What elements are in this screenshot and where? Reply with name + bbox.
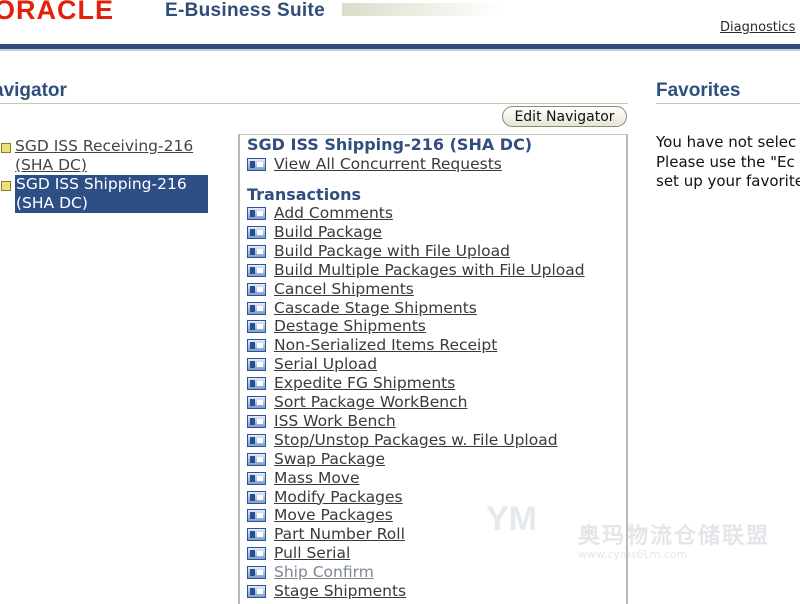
function-icon [247, 452, 266, 466]
responsibility-item-selected[interactable]: SGD ISS Shipping-216 (SHA DC) [0, 175, 240, 213]
responsibility-label-selected[interactable]: SGD ISS Shipping-216 (SHA DC) [15, 175, 208, 213]
function-icon [247, 263, 266, 277]
navigator-title: avigator [0, 80, 67, 101]
responsibility-bullet-icon [1, 181, 11, 191]
responsibility-item[interactable]: SGD ISS Receiving-216 (SHA DC) [0, 137, 240, 175]
transactions-heading: Transactions [247, 185, 362, 204]
function-link[interactable]: Build Multiple Packages with File Upload [274, 261, 585, 280]
selected-responsibility-heading: SGD ISS Shipping-216 (SHA DC) [247, 135, 533, 154]
function-link[interactable]: Stop/Unstop Packages w. File Upload [274, 431, 558, 450]
oracle-logo: ORACLE [0, 0, 114, 25]
function-icon [247, 377, 266, 391]
function-link[interactable]: Mass Move [274, 469, 360, 488]
function-icon [247, 225, 266, 239]
function-link[interactable]: Stage Shipments [274, 582, 406, 601]
function-icon [247, 207, 266, 220]
function-link[interactable]: Cancel Shipments [274, 280, 414, 299]
function-icon [247, 396, 266, 409]
favorites-message-line: You have not selec [656, 133, 797, 151]
function-link[interactable]: Modify Packages [274, 488, 403, 507]
function-link[interactable]: Move Packages [274, 506, 393, 525]
function-link[interactable]: Destage Shipments [274, 317, 426, 336]
function-icon [247, 471, 266, 485]
favorites-message: You have not selec Please use the "Ec se… [656, 133, 800, 192]
navigator-divider [0, 103, 628, 104]
function-icon [247, 414, 266, 428]
function-icon [247, 301, 266, 315]
responsibility-label[interactable]: SGD ISS Receiving-216 (SHA DC) [15, 137, 220, 175]
function-link[interactable]: Cascade Stage Shipments [274, 299, 477, 318]
function-link[interactable]: Non-Serialized Items Receipt [274, 336, 497, 355]
function-icon [247, 320, 266, 334]
watermark-text: 奥玛物流仓储联盟 [578, 524, 771, 549]
watermark: YM 奥玛物流仓储联盟 www.cyms6Lm.com [486, 500, 800, 570]
function-icon [247, 528, 266, 542]
favorites-title: Favorites [656, 80, 741, 101]
function-icon [247, 490, 266, 504]
function-icon [247, 244, 266, 258]
function-link[interactable]: ISS Work Bench [274, 412, 396, 431]
favorites-message-line: Please use the "Ec [656, 152, 795, 171]
function-link[interactable]: Add Comments [274, 204, 393, 223]
favorites-divider [656, 103, 800, 104]
function-icon [247, 358, 266, 372]
function-icon [247, 547, 266, 561]
function-icon [247, 509, 266, 523]
function-link[interactable]: Swap Package [274, 450, 385, 469]
function-icon [247, 566, 266, 580]
watermark-logo-icon: YM [486, 500, 537, 538]
function-link[interactable]: Ship Confirm [274, 563, 374, 582]
header-decoration [342, 3, 502, 16]
responsibility-bullet-icon [1, 143, 11, 153]
header-bar-shadow [0, 49, 800, 51]
view-concurrent-requests-link[interactable]: View All Concurrent Requests [274, 155, 502, 174]
function-icon [247, 158, 266, 171]
function-link[interactable]: Expedite FG Shipments [274, 374, 455, 393]
function-link[interactable]: Build Package with File Upload [274, 242, 510, 261]
edit-navigator-button[interactable]: Edit Navigator [502, 106, 627, 127]
function-link[interactable]: Build Package [274, 223, 382, 242]
function-link[interactable]: Serial Upload [274, 355, 377, 374]
function-icon [247, 433, 266, 447]
function-icon [247, 585, 266, 598]
function-link[interactable]: Part Number Roll [274, 525, 405, 544]
function-icon [247, 339, 266, 353]
watermark-url: www.cyms6Lm.com [578, 548, 688, 561]
function-icon [247, 282, 266, 296]
favorites-message-line: set up your favorite [656, 172, 800, 190]
function-link[interactable]: Pull Serial [274, 544, 350, 563]
function-link[interactable]: Sort Package WorkBench [274, 393, 467, 412]
diagnostics-link[interactable]: Diagnostics [720, 20, 795, 35]
suite-title: E-Business Suite [165, 0, 326, 21]
